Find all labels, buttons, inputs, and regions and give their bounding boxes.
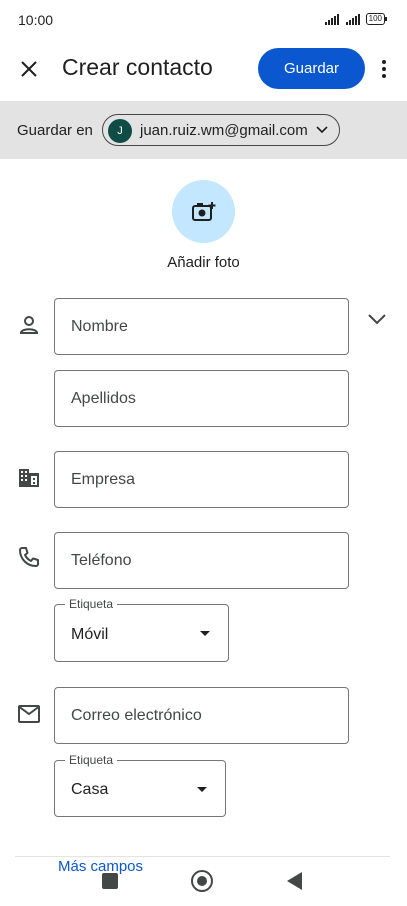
email-field[interactable]: Correo electrónico	[54, 687, 349, 744]
home-button[interactable]	[191, 870, 213, 892]
more-fields-button[interactable]: Más campos	[58, 858, 143, 875]
signal-icon-2	[345, 13, 360, 25]
divider	[15, 856, 390, 857]
close-button[interactable]	[12, 52, 46, 86]
account-email: juan.ruiz.wm@gmail.com	[140, 122, 308, 139]
company-field[interactable]: Empresa	[54, 451, 349, 508]
account-selector[interactable]: J juan.ruiz.wm@gmail.com	[102, 114, 340, 146]
email-label-select[interactable]: Etiqueta Casa	[54, 753, 226, 817]
recents-button[interactable]	[102, 873, 118, 889]
save-in-label: Guardar en	[17, 122, 93, 139]
phone-label-value: Móvil	[71, 626, 109, 643]
phone-icon	[19, 547, 39, 567]
page-title: Crear contacto	[62, 54, 213, 80]
person-icon	[19, 316, 39, 334]
close-icon	[21, 61, 37, 77]
more-options-button[interactable]	[374, 54, 394, 84]
status-time: 10:00	[18, 12, 54, 28]
last-name-field[interactable]: Apellidos	[54, 370, 349, 427]
more-vert-icon	[382, 60, 386, 64]
last-name-placeholder: Apellidos	[71, 390, 136, 407]
phone-field[interactable]: Teléfono	[54, 532, 349, 589]
email-placeholder: Correo electrónico	[71, 707, 202, 724]
add-photo-label: Añadir foto	[167, 254, 240, 271]
home-icon	[197, 876, 207, 886]
phone-label-legend: Etiqueta	[65, 597, 118, 611]
email-label-legend: Etiqueta	[65, 753, 118, 767]
expand-name-chevron-icon[interactable]	[367, 312, 387, 328]
status-icons: 100	[324, 13, 388, 25]
email-label-value: Casa	[71, 781, 109, 798]
company-placeholder: Empresa	[71, 471, 136, 488]
business-icon	[19, 469, 39, 487]
dropdown-arrow-icon	[197, 787, 207, 792]
avatar: J	[108, 119, 132, 143]
battery-icon: 100	[365, 13, 388, 25]
dropdown-arrow-icon	[200, 631, 210, 636]
first-name-placeholder: Nombre	[71, 318, 128, 335]
first-name-field[interactable]: Nombre	[54, 298, 349, 355]
phone-placeholder: Teléfono	[71, 552, 132, 569]
chevron-down-icon	[316, 126, 328, 134]
phone-label-select[interactable]: Etiqueta Móvil	[54, 597, 229, 662]
add-photo-button[interactable]	[172, 180, 235, 243]
back-button[interactable]	[287, 872, 302, 890]
add-photo-icon	[191, 201, 215, 221]
mail-icon	[18, 705, 40, 723]
signal-icon	[324, 13, 339, 25]
save-button[interactable]: Guardar	[258, 48, 365, 89]
